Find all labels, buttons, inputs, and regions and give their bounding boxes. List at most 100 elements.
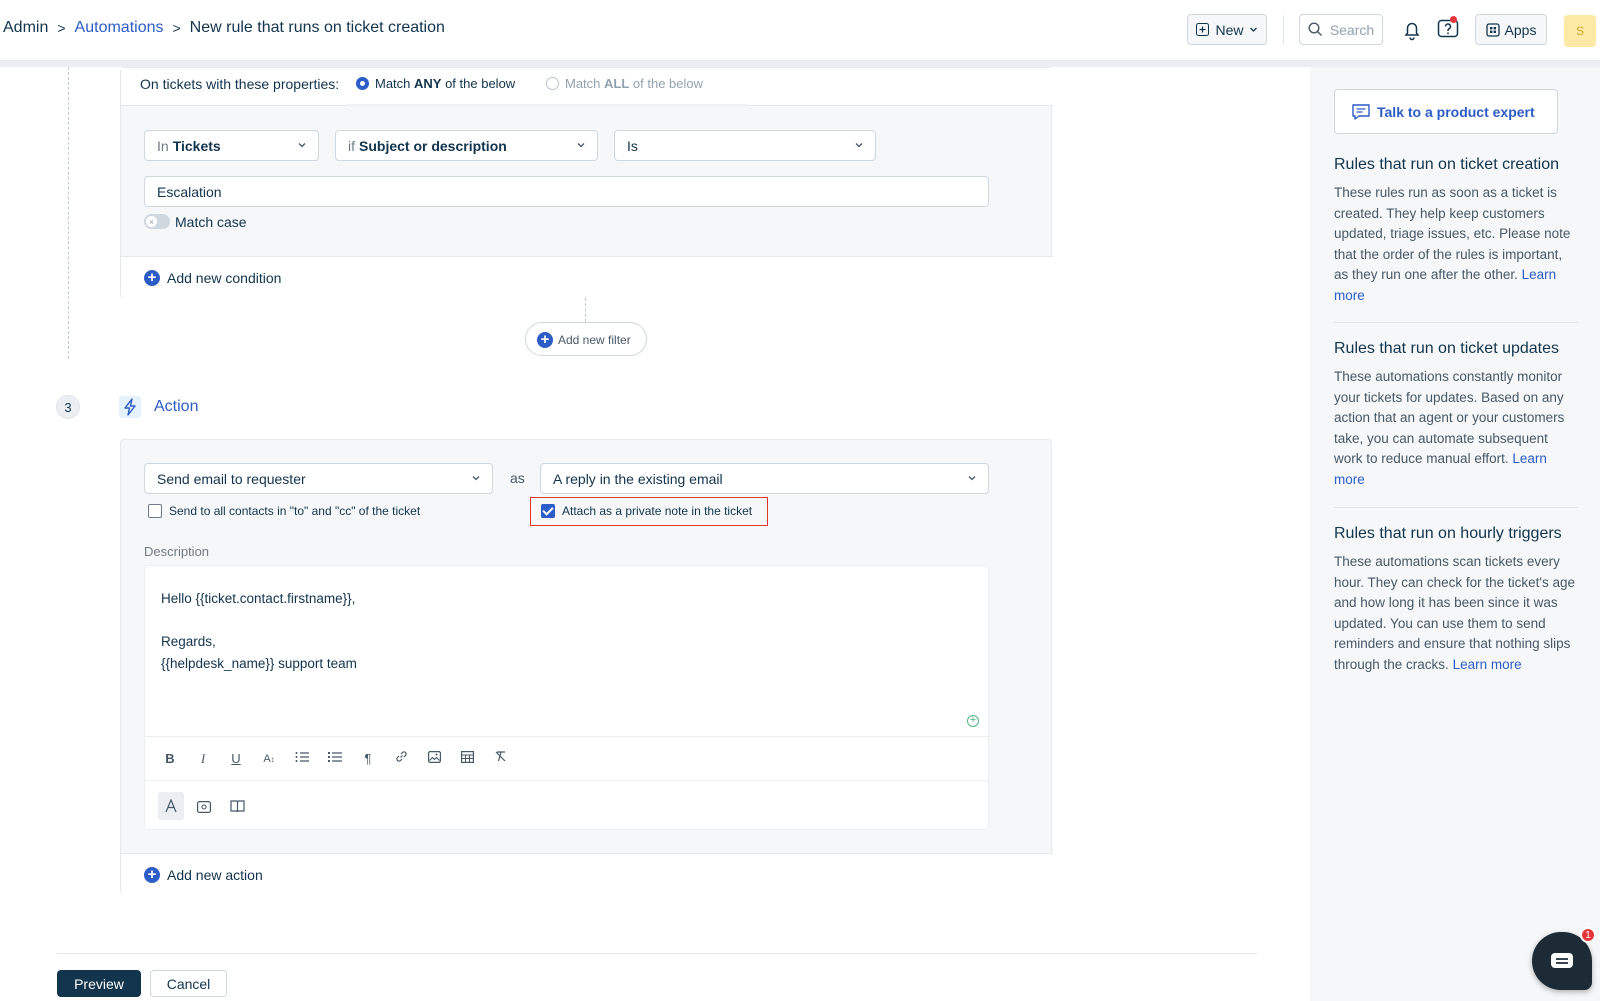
private-note-checkbox[interactable] <box>541 504 555 518</box>
cancel-button[interactable]: Cancel <box>150 970 227 997</box>
talk-to-expert-label: Talk to a product expert <box>1377 103 1535 120</box>
reply-type-value: A reply in the existing email <box>553 470 723 487</box>
add-action-row[interactable]: + Add new action <box>121 853 1053 895</box>
private-note-label: Attach as a private note in the ticket <box>562 504 753 518</box>
editor-toolbar: B I U A↕ ¶ <box>145 736 990 781</box>
chevron-down-icon <box>855 143 863 148</box>
link-icon[interactable] <box>392 750 410 768</box>
breadcrumb-separator: > <box>172 20 181 36</box>
match-case-label: Match case <box>175 214 247 230</box>
properties-label: On tickets with these properties: <box>140 76 340 92</box>
bullet-list-icon[interactable] <box>326 750 344 768</box>
image-icon[interactable] <box>425 750 443 768</box>
condition-operator-value: Is <box>627 137 638 154</box>
chevron-down-icon <box>1249 27 1257 32</box>
condition-value-input[interactable]: Escalation <box>144 176 989 207</box>
new-button-label: New <box>1215 21 1244 38</box>
match-any-label[interactable]: Match ANY of the below <box>375 76 515 91</box>
add-filter-button[interactable]: + Add new filter <box>525 322 647 356</box>
description-editor[interactable]: Hello {{ticket.contact.firstname}}, Rega… <box>144 565 990 830</box>
table-icon[interactable] <box>458 750 476 768</box>
chevron-down-icon <box>298 143 306 148</box>
help-divider <box>1334 507 1578 508</box>
condition-field-value: Subject or description <box>359 137 507 154</box>
font-size-icon[interactable]: A↕ <box>260 750 278 768</box>
step-connector-line <box>68 67 69 359</box>
action-type-select[interactable]: Send email to requester <box>144 463 493 494</box>
match-case-toggle[interactable]: × <box>144 214 170 229</box>
italic-icon[interactable]: I <box>194 750 212 768</box>
clear-format-icon[interactable] <box>491 750 509 768</box>
solution-article-icon[interactable] <box>224 792 250 820</box>
breadcrumb-separator: > <box>57 20 66 36</box>
action-type-value: Send email to requester <box>157 470 306 487</box>
send-all-label: Send to all contacts in "to" and "cc" of… <box>169 504 421 518</box>
conditions-card: On tickets with these properties: Match … <box>120 67 1053 298</box>
help-section-title: Rules that run on ticket creation <box>1334 156 1560 173</box>
editor-footer <box>145 782 990 830</box>
underline-icon[interactable]: U <box>227 750 245 768</box>
help-section-body: These automations scan tickets every hou… <box>1334 554 1575 672</box>
learn-more-link[interactable]: Learn more <box>1453 657 1522 672</box>
step-title: Action <box>154 398 199 415</box>
bold-icon[interactable]: B <box>161 750 179 768</box>
add-filter-label: Add new filter <box>558 333 631 347</box>
add-action-icon: + <box>144 867 160 883</box>
apps-button[interactable]: Apps <box>1475 14 1547 45</box>
chat-widget-button[interactable]: 1 <box>1532 927 1596 990</box>
match-any-radio[interactable] <box>356 77 369 90</box>
add-filter-icon: + <box>537 332 553 348</box>
body-line: Hello {{ticket.contact.firstname}}, <box>161 591 356 606</box>
search-icon <box>1308 22 1322 36</box>
insert-placeholder-icon[interactable]: + <box>967 715 979 727</box>
in-value: Tickets <box>172 137 221 154</box>
notification-dot <box>1450 16 1457 23</box>
lightning-icon <box>119 396 141 418</box>
avatar[interactable]: S <box>1564 15 1596 47</box>
talk-to-expert-button[interactable]: Talk to a product expert <box>1334 89 1558 134</box>
add-condition-label: Add new condition <box>167 270 282 286</box>
in-tickets-select[interactable]: In Tickets <box>144 130 319 161</box>
help-icon[interactable] <box>1436 18 1460 42</box>
bell-icon[interactable] <box>1400 18 1424 42</box>
ordered-list-icon[interactable] <box>293 750 311 768</box>
add-action-label: Add new action <box>167 867 263 883</box>
help-sidebar: Talk to a product expert Rules that run … <box>1310 67 1600 1001</box>
help-section-body: These rules run as soon as a ticket is c… <box>1334 185 1571 303</box>
new-button[interactable]: New <box>1187 14 1267 45</box>
condition-field-select[interactable]: if Subject or description <box>335 130 598 161</box>
top-bar: Admin > Automations > New rule that runs… <box>0 0 1600 61</box>
search-placeholder: Search <box>1329 21 1375 38</box>
add-condition-icon: + <box>144 270 160 286</box>
match-all-radio[interactable] <box>546 77 559 90</box>
if-prefix: if <box>348 137 355 154</box>
help-divider <box>1334 322 1578 323</box>
breadcrumb-automations[interactable]: Automations <box>75 19 164 37</box>
preview-button[interactable]: Preview <box>57 970 141 997</box>
chat-icon <box>1352 104 1370 120</box>
in-prefix: In <box>157 137 169 154</box>
apps-icon <box>1485 22 1500 37</box>
chevron-down-icon <box>472 476 480 481</box>
step-number: 3 <box>56 395 80 419</box>
apps-label: Apps <box>1504 21 1537 38</box>
body-line: Regards, <box>161 634 216 650</box>
match-all-label[interactable]: Match ALL of the below <box>565 76 703 91</box>
add-condition-row[interactable]: + Add new condition <box>121 256 1053 298</box>
reply-type-select[interactable]: A reply in the existing email <box>540 463 989 494</box>
text-format-icon[interactable] <box>158 792 184 820</box>
help-section-title: Rules that run on ticket updates <box>1334 340 1560 357</box>
condition-operator-select[interactable]: Is <box>614 130 876 161</box>
match-options: On tickets with these properties: Match … <box>121 68 1053 106</box>
editor-body[interactable]: Hello {{ticket.contact.firstname}}, Rega… <box>161 588 357 675</box>
chat-badge: 1 <box>1580 927 1596 943</box>
as-label: as <box>510 470 525 486</box>
paragraph-icon[interactable]: ¶ <box>359 750 377 768</box>
chevron-down-icon <box>577 143 585 148</box>
page-title: New rule that runs on ticket creation <box>189 19 445 36</box>
breadcrumb-admin[interactable]: Admin <box>3 19 48 37</box>
description-label: Description <box>144 544 210 559</box>
search-input[interactable]: Search <box>1299 14 1383 45</box>
canned-response-icon[interactable] <box>191 792 217 820</box>
send-all-checkbox[interactable] <box>148 504 162 518</box>
